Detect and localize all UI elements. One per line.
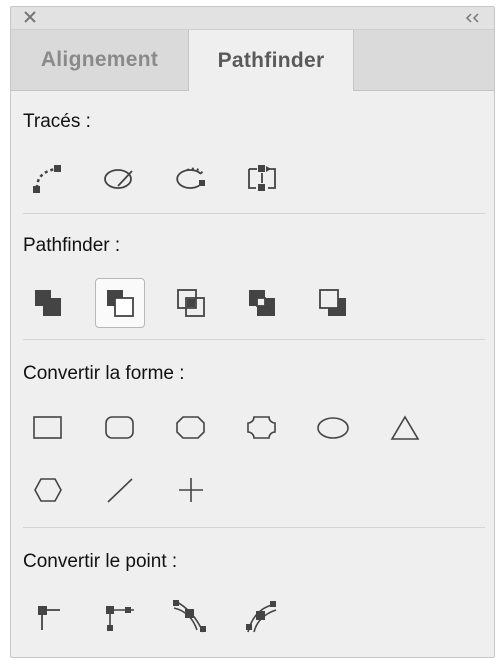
inverse-rounded-rectangle-icon	[246, 415, 278, 441]
close-path-button[interactable]	[95, 153, 145, 203]
pathfinder-panel: Alignement Pathfinder Tracés : Pathfinde…	[10, 6, 495, 658]
symmetrical-smooth-point-button[interactable]	[237, 591, 287, 641]
ellipse-button[interactable]	[308, 403, 358, 453]
inverse-rounded-rectangle-button[interactable]	[237, 403, 287, 453]
orthogonal-line-button[interactable]	[166, 465, 216, 515]
section-title-pathfinder: Pathfinder :	[23, 235, 121, 256]
symmetrical-smooth-point-icon	[242, 598, 282, 634]
unite-icon	[32, 287, 64, 319]
line-icon	[104, 476, 136, 504]
rectangle-button[interactable]	[23, 403, 73, 453]
section-title-traces: Tracés :	[23, 111, 91, 132]
open-path-button[interactable]	[23, 153, 73, 203]
ellipse-icon	[316, 415, 350, 441]
close-icon[interactable]	[23, 10, 37, 24]
minus-front-button[interactable]	[308, 278, 358, 328]
split-path-icon	[245, 162, 279, 194]
minus-back-button[interactable]	[95, 278, 145, 328]
rectangle-icon	[32, 415, 64, 441]
line-button[interactable]	[95, 465, 145, 515]
smooth-point-icon	[171, 598, 211, 634]
exclude-overlap-button[interactable]	[237, 278, 287, 328]
tab-bar: Alignement Pathfinder	[11, 30, 494, 91]
divider	[23, 527, 485, 528]
divider	[23, 213, 485, 214]
section-title-convert-point: Convertir le point :	[23, 551, 178, 572]
close-path-icon	[102, 162, 138, 194]
plain-point-button[interactable]	[23, 591, 73, 641]
plain-point-icon	[32, 600, 64, 632]
exclude-overlap-icon	[246, 287, 278, 319]
orthogonal-line-icon	[175, 476, 207, 504]
corner-point-icon	[100, 600, 140, 632]
open-path-icon	[32, 162, 64, 194]
divider	[23, 339, 485, 340]
unite-button[interactable]	[23, 278, 73, 328]
rounded-rectangle-icon	[104, 415, 136, 441]
minus-front-icon	[317, 287, 349, 319]
split-path-button[interactable]	[237, 153, 287, 203]
corner-point-button[interactable]	[95, 591, 145, 641]
intersect-button[interactable]	[166, 278, 216, 328]
reverse-path-button[interactable]	[166, 153, 216, 203]
minus-back-icon	[104, 287, 136, 319]
reverse-path-icon	[173, 162, 209, 194]
polygon-icon	[32, 476, 64, 504]
triangle-button[interactable]	[380, 403, 430, 453]
section-title-convert-shape: Convertir la forme :	[23, 363, 185, 384]
intersect-icon	[175, 287, 207, 319]
tab-pathfinder[interactable]: Pathfinder	[189, 30, 354, 91]
tab-alignement[interactable]: Alignement	[11, 30, 189, 90]
double-chevron-left-icon[interactable]	[464, 11, 482, 23]
smooth-point-button[interactable]	[166, 591, 216, 641]
rounded-rectangle-button[interactable]	[95, 403, 145, 453]
panel-titlebar	[11, 7, 494, 30]
triangle-icon	[389, 414, 421, 442]
beveled-rectangle-icon	[175, 415, 207, 441]
polygon-button[interactable]	[23, 465, 73, 515]
beveled-rectangle-button[interactable]	[166, 403, 216, 453]
